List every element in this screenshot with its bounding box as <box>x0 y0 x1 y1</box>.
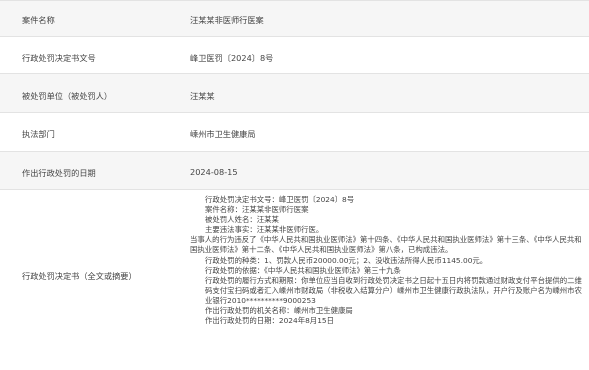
enforcement-department-label: 执法部门 <box>22 129 55 139</box>
decision-date-line: 作出行政处罚的日期：2024年8月15日 <box>205 316 334 326</box>
decision-payment-method-line: 行政处罚的履行方式和期限：你单位应当自收到行政处罚决定书之日起十五日内将罚款通过… <box>205 275 582 305</box>
penalized-party-label: 被处罚单位（被处罚人） <box>22 91 113 101</box>
case-name-label: 案件名称 <box>22 15 55 25</box>
decision-doc-number-line: 行政处罚决定书文号：峰卫医罚〔2024〕8号 <box>205 195 355 204</box>
decision-authority-line: 作出行政处罚的机关名称：嵊州市卫生健康局 <box>205 306 353 316</box>
decision-case-name-line: 案件名称：汪某某非医师行医案 <box>205 205 309 215</box>
row-case-name: 案件名称 汪某某非医师行医案 <box>0 0 589 36</box>
decision-penalty-type-line: 行政处罚的种类：1、罚款人民币20000.00元；2、没收违法所得人民币1145… <box>205 255 488 265</box>
penalized-party-value: 汪某某 <box>190 91 215 101</box>
case-name-value: 汪某某非医师行医案 <box>190 15 264 25</box>
penalty-decision-label: 行政处罚决定书（全文或摘要） <box>22 271 137 281</box>
document-number-label: 行政处罚决定书文号 <box>22 53 96 63</box>
penalty-date-value: 2024-08-15 <box>190 167 238 177</box>
row-penalty-decision: 行政处罚决定书（全文或摘要） 行政处罚决定书文号：峰卫医罚〔2024〕8号 案件… <box>0 189 589 370</box>
decision-penalty-basis-line: 行政处罚的依据：《中华人民共和国执业医师法》第三十九条 <box>205 265 401 275</box>
row-document-number: 行政处罚决定书文号 峰卫医罚〔2024〕8号 <box>0 36 589 73</box>
decision-violation-facts-line: 主要违法事实：汪某某非医师行医。 <box>205 225 324 235</box>
penalty-decision-text: 行政处罚决定书文号：峰卫医罚〔2024〕8号 案件名称：汪某某非医师行医案 被处… <box>190 195 582 326</box>
decision-violated-law-line: 当事人的行为违反了《中华人民共和国执业医师法》第十四条、《中华人民共和国执业医师… <box>190 235 582 255</box>
row-penalized-party: 被处罚单位（被处罚人） 汪某某 <box>0 73 589 112</box>
row-penalty-date: 作出行政处罚的日期 2024-08-15 <box>0 151 589 189</box>
row-enforcement-department: 执法部门 嵊州市卫生健康局 <box>0 112 589 151</box>
enforcement-department-value: 嵊州市卫生健康局 <box>190 129 256 139</box>
penalty-date-label: 作出行政处罚的日期 <box>22 168 96 178</box>
document-number-value: 峰卫医罚〔2024〕8号 <box>190 53 274 63</box>
penalty-info-table: 案件名称 汪某某非医师行医案 行政处罚决定书文号 峰卫医罚〔2024〕8号 被处… <box>0 0 589 370</box>
decision-party-name-line: 被处罚人姓名：汪某某 <box>205 215 279 225</box>
